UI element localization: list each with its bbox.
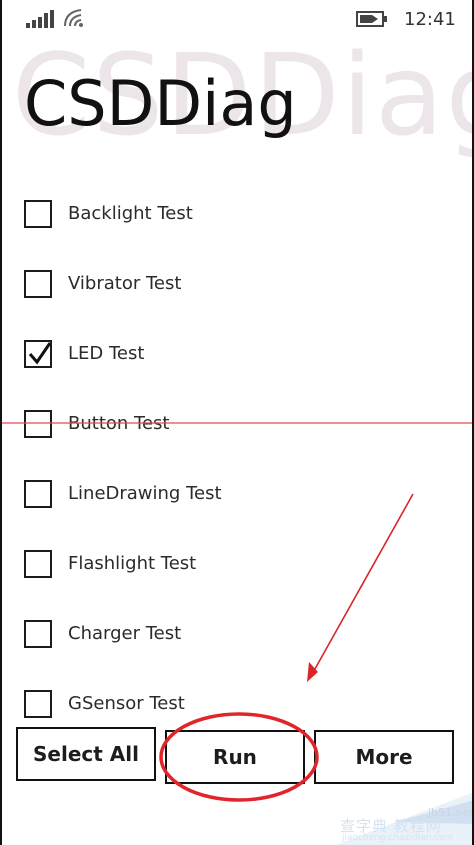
test-item-button[interactable]: Button Test: [24, 404, 444, 450]
page-title: CSDDiag: [24, 67, 297, 140]
test-item-charger[interactable]: Charger Test: [24, 614, 444, 660]
test-label[interactable]: Vibrator Test: [68, 264, 181, 304]
checkbox[interactable]: [24, 620, 52, 648]
test-item-backlight[interactable]: Backlight Test: [24, 194, 444, 240]
checkbox[interactable]: [24, 480, 52, 508]
checkbox[interactable]: [24, 200, 52, 228]
test-item-vibrator[interactable]: Vibrator Test: [24, 264, 444, 310]
phone-screen: 12:41 CSDDiag CSDDiag Backlight Test Vib…: [0, 0, 474, 845]
checkmark-icon: [28, 342, 52, 365]
checkbox[interactable]: [24, 270, 52, 298]
test-item-flashlight[interactable]: Flashlight Test: [24, 544, 444, 590]
annotation-arrow-head: [307, 662, 318, 682]
test-label[interactable]: Charger Test: [68, 614, 181, 654]
test-label[interactable]: LineDrawing Test: [68, 474, 222, 514]
test-label[interactable]: Button Test: [68, 404, 169, 444]
checkbox[interactable]: [24, 690, 52, 718]
checkbox-checked[interactable]: [24, 340, 52, 368]
test-item-linedrawing[interactable]: LineDrawing Test: [24, 474, 444, 520]
checkbox[interactable]: [24, 410, 52, 438]
test-item-led[interactable]: LED Test: [24, 334, 444, 380]
watermark-text: jiaocheng.chazidian.com: [342, 833, 454, 843]
test-label[interactable]: Flashlight Test: [68, 544, 196, 584]
select-all-button[interactable]: Select All: [16, 727, 156, 781]
screen-border-left: [0, 0, 2, 845]
checkbox[interactable]: [24, 550, 52, 578]
test-label[interactable]: Backlight Test: [68, 194, 193, 234]
test-item-gsensor[interactable]: GSensor Test: [24, 684, 444, 730]
test-label[interactable]: GSensor Test: [68, 684, 185, 724]
wifi-icon: [64, 9, 83, 27]
run-button[interactable]: Run: [165, 730, 305, 784]
more-button[interactable]: More: [314, 730, 454, 784]
test-label[interactable]: LED Test: [68, 334, 144, 374]
